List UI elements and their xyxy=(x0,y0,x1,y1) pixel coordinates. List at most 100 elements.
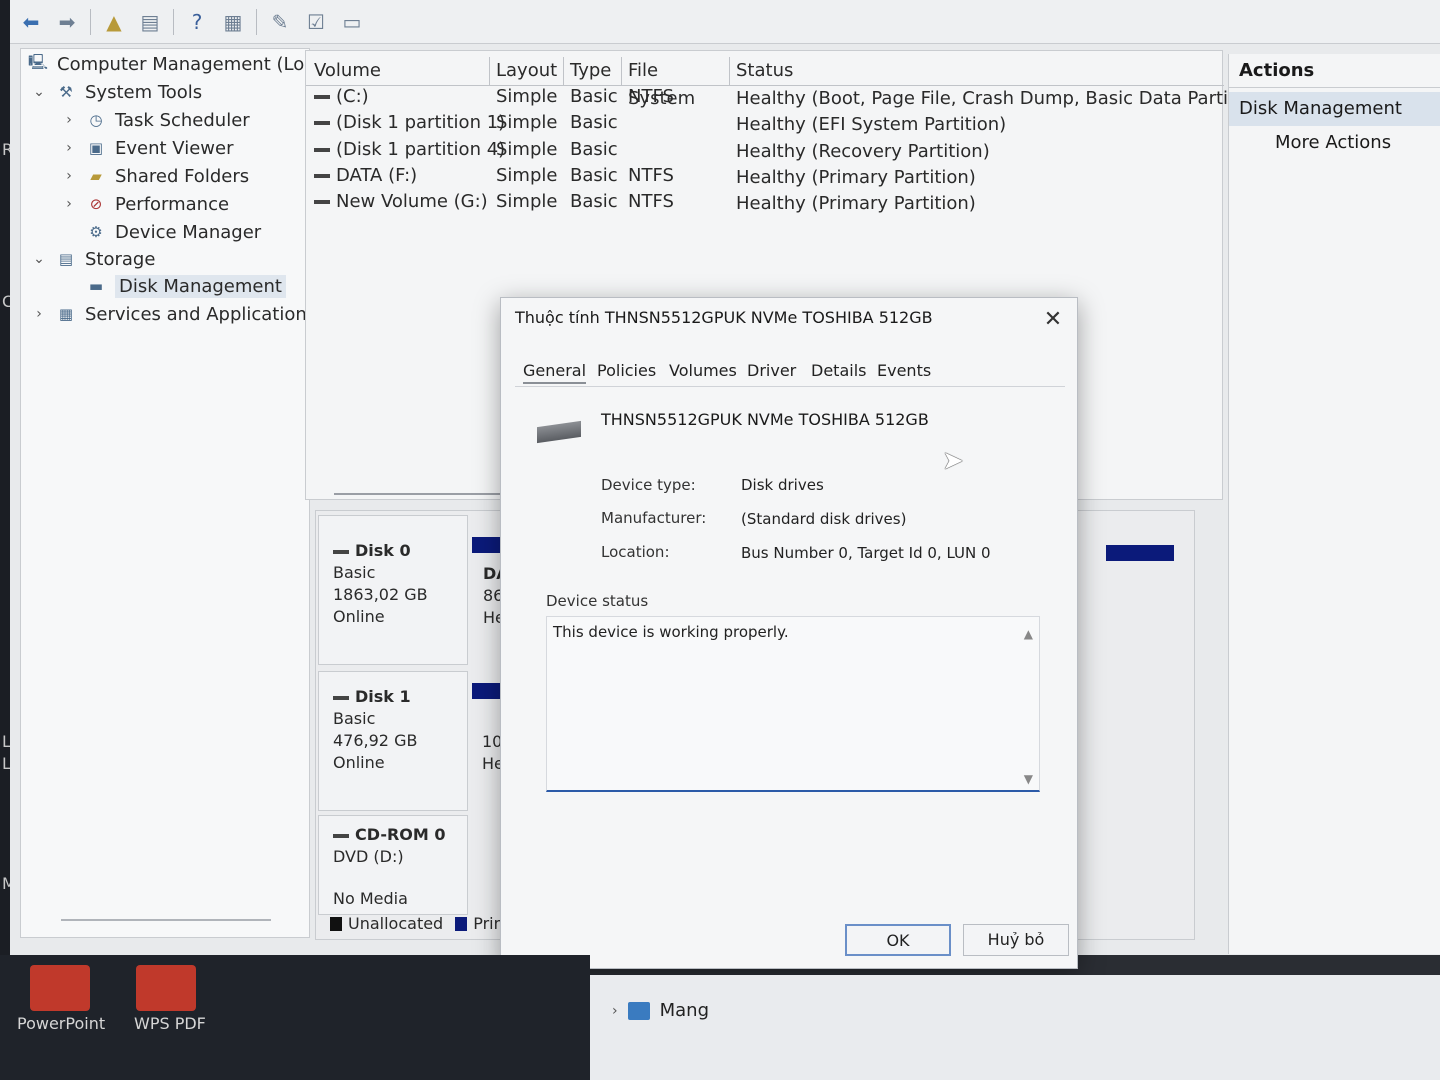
table-row-volume[interactable]: (Disk 1 partition 4) xyxy=(314,138,505,162)
help-icon[interactable]: ? xyxy=(184,9,210,35)
up-folder-icon[interactable]: ▲ xyxy=(101,9,127,35)
column-header-status[interactable]: Status xyxy=(732,57,1218,85)
chevron-right-icon[interactable]: › xyxy=(612,1003,618,1019)
tab-details[interactable]: Details xyxy=(811,358,866,384)
tree-item-performance[interactable]: › ⊘ Performance xyxy=(61,191,229,217)
table-cell-status: Healthy (Primary Partition) xyxy=(736,167,976,188)
back-arrow-icon[interactable]: ⬅ xyxy=(18,9,44,35)
tab-policies[interactable]: Policies xyxy=(597,358,656,384)
chevron-right-icon[interactable]: › xyxy=(61,168,77,184)
actions-section-disk-management[interactable]: Disk Management xyxy=(1229,92,1440,126)
disk1-info[interactable]: Disk 1 Basic 476,92 GB Online xyxy=(318,671,468,811)
tab-driver[interactable]: Driver xyxy=(747,358,796,384)
device-name: THNSN5512GPUK NVMe TOSHIBA 512GB xyxy=(601,410,929,429)
device-manager-icon: ⚙ xyxy=(89,223,103,241)
cdrom-name: CD-ROM 0 xyxy=(355,825,446,844)
tree-item-shared-folders[interactable]: › ▰ Shared Folders xyxy=(61,163,249,189)
chevron-right-icon[interactable]: › xyxy=(61,140,77,156)
file-explorer-window xyxy=(590,975,1440,1080)
console-tree: 🖳 Computer Management (Local ⌄ ⚒ System … xyxy=(20,48,330,938)
explorer-item-mang[interactable]: › Mang xyxy=(612,1000,709,1021)
cdrom-type: DVD (D:) xyxy=(333,847,404,866)
dialog-title: Thuộc tính THNSN5512GPUK NVMe TOSHIBA 51… xyxy=(515,308,933,327)
column-header-file-system[interactable]: File System xyxy=(624,57,730,109)
close-icon[interactable]: ✕ xyxy=(1039,306,1067,334)
table-cell-status: Healthy (EFI System Partition) xyxy=(736,114,1007,135)
disk-management-icon: ▬ xyxy=(88,277,104,295)
cancel-button[interactable]: Huỷ bỏ xyxy=(963,924,1069,956)
tree-item-device-manager[interactable]: ⚙ Device Manager xyxy=(85,219,261,245)
volume-name: (C:) xyxy=(336,86,369,107)
tree-item-storage[interactable]: ⌄ ▤ Storage xyxy=(31,246,155,272)
toolbar-separator xyxy=(90,8,91,35)
disk1-name: Disk 1 xyxy=(355,687,411,706)
disk0-partition-bar-right[interactable] xyxy=(1106,545,1174,561)
table-row-volume[interactable]: (Disk 1 partition 1) xyxy=(314,111,505,135)
actions-pane: Actions Disk Management More Actions xyxy=(1228,54,1440,954)
volume-list-scrollbar[interactable] xyxy=(334,493,504,495)
tree-scrollbar[interactable] xyxy=(61,919,271,921)
tree-item-label: Device Manager xyxy=(115,221,262,243)
ok-button[interactable]: OK xyxy=(845,924,951,956)
table-cell-type: Basic xyxy=(570,86,618,107)
properties-icon[interactable]: ▦ xyxy=(220,9,246,35)
wps-pdf-icon[interactable] xyxy=(136,965,196,1011)
location-label: Location: xyxy=(601,543,670,561)
tab-events[interactable]: Events xyxy=(877,358,931,384)
event-viewer-icon: ▣ xyxy=(88,139,104,157)
header-divider xyxy=(306,85,1224,86)
chevron-right-icon[interactable]: › xyxy=(61,112,77,128)
volume-name: (Disk 1 partition 1) xyxy=(336,112,506,133)
tree-root[interactable]: 🖳 Computer Management (Local xyxy=(27,51,330,77)
shared-folder-icon: ▰ xyxy=(90,167,102,185)
storage-icon: ▤ xyxy=(58,250,74,268)
device-status-textbox[interactable]: This device is working properly. ▲ ▼ xyxy=(546,616,1040,792)
disk0-state: Online xyxy=(333,607,385,626)
legend-unallocated-label: Unallocated xyxy=(348,914,444,933)
table-row-volume[interactable]: (C:) xyxy=(314,85,369,109)
scroll-up-icon[interactable]: ▲ xyxy=(1024,627,1033,641)
volume-name: New Volume (G:) xyxy=(336,191,488,212)
chevron-right-icon[interactable]: › xyxy=(61,196,77,212)
volume-name: DATA (F:) xyxy=(336,165,418,186)
column-header-layout[interactable]: Layout xyxy=(492,57,564,85)
mouse-cursor-icon: ➤ xyxy=(942,446,964,476)
forward-arrow-icon[interactable]: ➡ xyxy=(54,9,80,35)
computer-icon: 🖳 xyxy=(27,52,48,71)
column-header-volume[interactable]: Volume xyxy=(310,57,490,85)
powerpoint-label[interactable]: PowerPoint xyxy=(17,1014,105,1033)
connect-icon[interactable]: ✎ xyxy=(267,9,293,35)
view-icon[interactable]: ▭ xyxy=(339,9,365,35)
table-cell-layout: Simple xyxy=(496,86,558,107)
column-header-type[interactable]: Type xyxy=(566,57,622,85)
manufacturer-label: Manufacturer: xyxy=(601,509,707,527)
table-cell-fs: NTFS xyxy=(628,191,674,212)
chevron-down-icon[interactable]: ⌄ xyxy=(31,84,47,100)
table-cell-layout: Simple xyxy=(496,139,558,160)
scroll-down-icon[interactable]: ▼ xyxy=(1024,772,1033,786)
tree-item-services-applications[interactable]: › ▦ Services and Applications xyxy=(31,301,316,327)
disk-drive-icon xyxy=(537,420,581,444)
check-icon[interactable]: ☑ xyxy=(303,9,329,35)
show-hide-tree-icon[interactable]: ▤ xyxy=(137,9,163,35)
table-row-volume[interactable]: DATA (F:) xyxy=(314,164,417,188)
tree-item-label: System Tools xyxy=(85,81,203,103)
table-row-volume[interactable]: New Volume (G:) xyxy=(314,190,488,214)
legend-primary-swatch xyxy=(455,917,468,931)
device-status-label: Device status xyxy=(546,592,649,610)
more-actions-link[interactable]: More Actions xyxy=(1229,126,1440,160)
tree-item-label: Shared Folders xyxy=(115,165,250,187)
cdrom-info[interactable]: CD-ROM 0 DVD (D:) No Media xyxy=(318,815,468,915)
tab-volumes[interactable]: Volumes xyxy=(669,358,737,384)
tree-item-task-scheduler[interactable]: › ◷ Task Scheduler xyxy=(61,107,250,133)
powerpoint-icon[interactable] xyxy=(30,965,90,1011)
wps-pdf-label[interactable]: WPS PDF xyxy=(134,1014,206,1033)
tab-general[interactable]: General xyxy=(523,358,587,384)
tree-item-event-viewer[interactable]: › ▣ Event Viewer xyxy=(61,135,233,161)
chevron-right-icon[interactable]: › xyxy=(31,306,47,322)
disk0-info[interactable]: Disk 0 Basic 1863,02 GB Online xyxy=(318,515,468,665)
tree-item-disk-management[interactable]: ▬ Disk Management xyxy=(85,273,286,299)
toolbar-separator xyxy=(256,8,257,35)
tree-item-system-tools[interactable]: ⌄ ⚒ System Tools xyxy=(31,79,202,105)
chevron-down-icon[interactable]: ⌄ xyxy=(31,251,47,267)
